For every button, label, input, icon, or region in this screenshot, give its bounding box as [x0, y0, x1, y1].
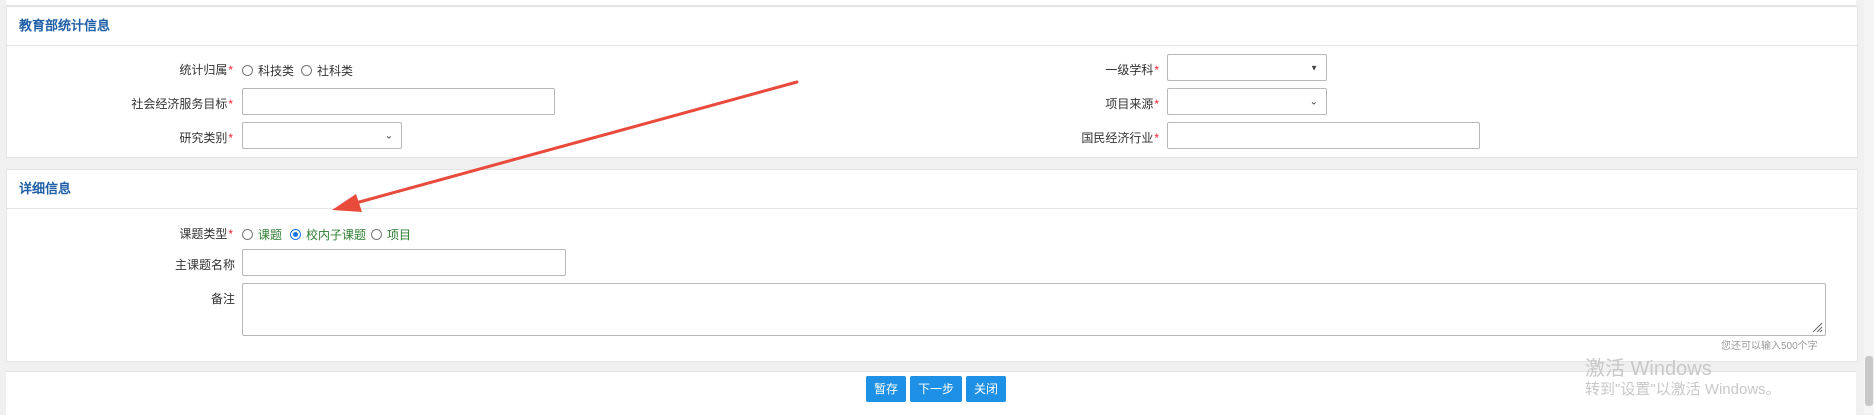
required-mark: * [228, 97, 233, 111]
first-discipline-label: 一级学科* [1050, 61, 1159, 78]
social-goal-label: 社会经济服务目标* [100, 95, 233, 112]
close-button[interactable]: 关闭 [966, 376, 1006, 402]
project-source-select[interactable]: ⌄ [1167, 88, 1327, 115]
economy-industry-label-text: 国民经济行业 [1081, 131, 1154, 145]
radio-icon[interactable] [371, 229, 382, 240]
stat-category-label-text: 统计归属 [179, 63, 228, 77]
radio-icon[interactable] [242, 229, 253, 240]
project-source-label: 项目来源* [1050, 95, 1159, 112]
first-discipline-select[interactable]: ▼ [1167, 54, 1327, 81]
economy-industry-label: 国民经济行业* [1030, 129, 1159, 146]
detail-title: 详细信息 [7, 170, 1857, 209]
chevron-down-icon: ▼ [1310, 63, 1318, 72]
social-goal-label-text: 社会经济服务目标 [131, 97, 228, 111]
stat-category-label: 统计归属* [120, 61, 233, 78]
required-mark: * [228, 131, 233, 145]
required-mark: * [1154, 63, 1159, 77]
economy-industry-input[interactable] [1167, 122, 1480, 149]
remark-label-text: 备注 [210, 292, 235, 306]
research-type-label-text: 研究类别 [179, 131, 228, 145]
remark-char-counter: 您还可以输入500个字 [1721, 341, 1818, 352]
edu-stats-title: 教育部统计信息 [7, 7, 1857, 46]
option-label: 课题 [258, 228, 283, 242]
radio-icon[interactable] [301, 65, 312, 76]
main-topic-name-input[interactable] [242, 249, 566, 276]
activation-watermark-subtitle: 转到"设置"以激活 Windows。 [1585, 381, 1781, 398]
option-label: 项目 [387, 228, 412, 242]
social-goal-input[interactable] [242, 88, 555, 115]
project-source-label-text: 项目来源 [1105, 97, 1154, 111]
chevron-down-icon: ⌄ [1309, 96, 1318, 107]
activation-watermark-title: 激活 Windows [1585, 358, 1712, 380]
save-draft-button[interactable]: 暂存 [866, 376, 906, 402]
required-mark: * [1154, 97, 1159, 111]
next-step-button[interactable]: 下一步 [910, 376, 962, 402]
chevron-down-icon: ⌄ [384, 130, 393, 141]
scrollbar-thumb[interactable] [1865, 356, 1873, 406]
required-mark: * [228, 227, 233, 241]
research-type-label: 研究类别* [120, 129, 233, 146]
stat-category-option-sci[interactable]: 科技类 [242, 62, 294, 79]
option-label: 校内子课题 [306, 228, 367, 242]
resize-grip-icon[interactable] [1811, 321, 1823, 333]
topic-type-option-subtopic[interactable]: 校内子课题 [290, 226, 366, 243]
required-mark: * [228, 63, 233, 77]
topic-type-label-text: 课题类型 [179, 227, 228, 241]
topic-type-option-topic[interactable]: 课题 [242, 226, 282, 243]
main-topic-name-label: 主课题名称 [120, 256, 235, 273]
option-label: 科技类 [258, 64, 295, 78]
radio-checked-icon[interactable] [290, 229, 301, 240]
research-type-select[interactable]: ⌄ [242, 122, 402, 149]
option-label: 社科类 [317, 64, 354, 78]
radio-icon[interactable] [242, 65, 253, 76]
topic-type-label: 课题类型* [120, 225, 233, 242]
remark-label: 备注 [120, 290, 235, 307]
first-discipline-label-text: 一级学科 [1105, 63, 1154, 77]
topic-type-option-project[interactable]: 项目 [371, 226, 411, 243]
required-mark: * [1154, 131, 1159, 145]
main-topic-name-label-text: 主课题名称 [174, 258, 235, 272]
stat-category-option-social[interactable]: 社科类 [301, 62, 353, 79]
scrollbar[interactable] [1864, 0, 1874, 414]
remark-textarea[interactable] [242, 283, 1826, 336]
